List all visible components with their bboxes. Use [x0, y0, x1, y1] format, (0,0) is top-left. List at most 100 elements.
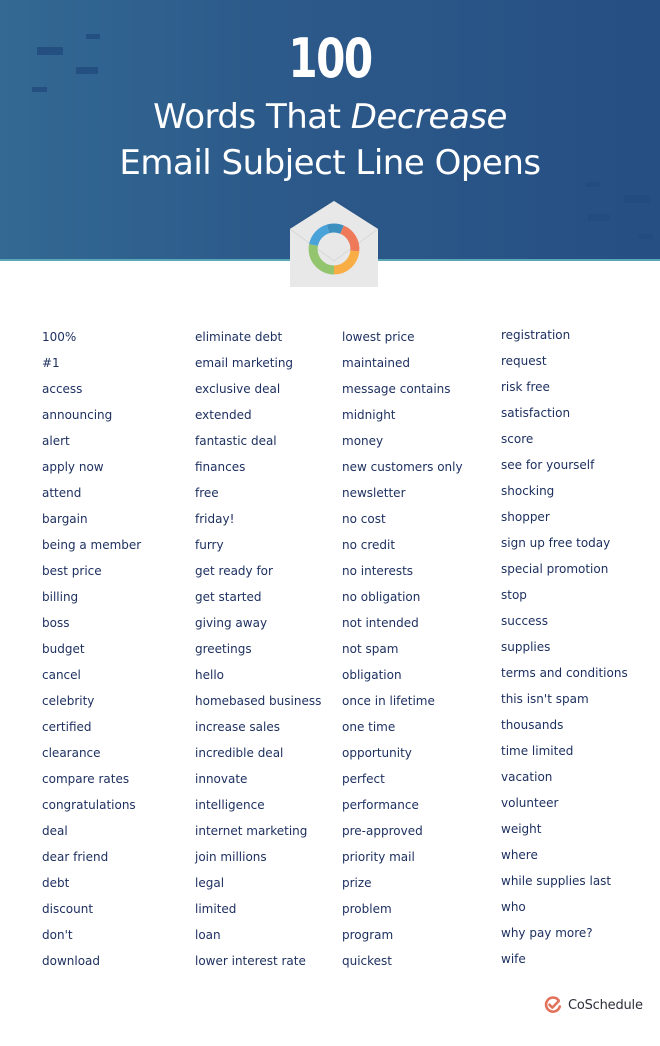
word-item: performance [342, 798, 419, 812]
word-item: satisfaction [501, 406, 571, 420]
word-item: attend [42, 486, 82, 500]
word-item: clearance [42, 746, 101, 760]
word-item: innovate [195, 772, 248, 786]
word-item: pre-approved [342, 824, 423, 838]
word-item: deal [42, 824, 68, 838]
word-item: dear friend [42, 850, 109, 864]
word-item: finances [195, 460, 246, 474]
word-item: maintained [342, 356, 410, 370]
envelope-icon [289, 201, 379, 287]
word-item: budget [42, 642, 85, 656]
word-item: obligation [342, 668, 402, 682]
word-item: 100% [42, 330, 77, 344]
word-item: don't [42, 928, 73, 942]
word-item: not spam [342, 642, 399, 656]
word-item: volunteer [501, 796, 559, 810]
word-item: see for yourself [501, 458, 595, 472]
title-line-2: Email Subject Line Opens [119, 143, 541, 183]
word-item: being a member [42, 538, 142, 552]
word-item: internet marketing [195, 824, 308, 838]
word-item: extended [195, 408, 252, 422]
word-item: while supplies last [501, 874, 612, 888]
decorative-dash [37, 47, 63, 55]
word-item: registration [501, 328, 571, 342]
word-item: legal [195, 876, 225, 890]
word-item: program [342, 928, 394, 942]
title-prefix: Words That [153, 97, 351, 137]
word-item: boss [42, 616, 70, 630]
word-item: new customers only [342, 460, 463, 474]
word-item: get ready for [195, 564, 273, 578]
decorative-dash [624, 195, 650, 203]
word-item: priority mail [342, 850, 415, 864]
word-item: increase sales [195, 720, 280, 734]
word-item: risk free [501, 380, 550, 394]
brand-name: CoSchedule [568, 997, 643, 1013]
word-item: bargain [42, 512, 88, 526]
word-item: newsletter [342, 486, 406, 500]
word-item: quickest [342, 954, 393, 968]
word-item: join millions [195, 850, 267, 864]
word-item: terms and conditions [501, 666, 628, 680]
word-item: email marketing [195, 356, 294, 370]
word-item: apply now [42, 460, 104, 474]
word-item: get started [195, 590, 262, 604]
word-item: stop [501, 588, 527, 602]
word-item: access [42, 382, 83, 396]
word-item: homebased business [195, 694, 322, 708]
word-item: fantastic deal [195, 434, 277, 448]
word-item: #1 [42, 356, 60, 370]
decorative-dash [588, 214, 610, 221]
word-item: incredible deal [195, 746, 284, 760]
word-item: announcing [42, 408, 113, 422]
word-item: no cost [342, 512, 386, 526]
word-item: time limited [501, 744, 574, 758]
decorative-dash [638, 234, 653, 239]
word-item: best price [42, 564, 102, 578]
word-item: cancel [42, 668, 81, 682]
word-item: supplies [501, 640, 551, 654]
word-item: lowest price [342, 330, 415, 344]
coschedule-check-icon [544, 996, 562, 1013]
decorative-dash [32, 87, 47, 92]
word-item: perfect [342, 772, 385, 786]
word-item: midnight [342, 408, 396, 422]
word-item: prize [342, 876, 372, 890]
word-item: why pay more? [501, 926, 593, 940]
word-item: hello [195, 668, 224, 682]
word-item: celebrity [42, 694, 95, 708]
word-item: shopper [501, 510, 550, 524]
word-item: score [501, 432, 534, 446]
word-item: furry [195, 538, 224, 552]
word-item: not intended [342, 616, 419, 630]
word-item: compare rates [42, 772, 130, 786]
word-item: problem [342, 902, 392, 916]
word-item: once in lifetime [342, 694, 435, 708]
word-item: intelligence [195, 798, 265, 812]
word-item: special promotion [501, 562, 609, 576]
word-item: message contains [342, 382, 451, 396]
word-item: greetings [195, 642, 252, 656]
coschedule-logo: CoSchedule [544, 994, 643, 1016]
word-item: eliminate debt [195, 330, 283, 344]
word-item: sign up free today [501, 536, 611, 550]
word-item: billing [42, 590, 79, 604]
word-item: opportunity [342, 746, 412, 760]
word-item: vacation [501, 770, 553, 784]
title-number: 100 [288, 27, 373, 90]
word-item: where [501, 848, 538, 862]
word-item: no obligation [342, 590, 421, 604]
word-item: loan [195, 928, 221, 942]
word-item: certified [42, 720, 92, 734]
ring-segment-teal [326, 223, 344, 234]
word-item: request [501, 354, 547, 368]
word-item: success [501, 614, 548, 628]
word-item: friday! [195, 512, 235, 526]
word-item: giving away [195, 616, 268, 630]
word-item: one time [342, 720, 396, 734]
word-item: shocking [501, 484, 555, 498]
word-item: alert [42, 434, 70, 448]
word-item: who [501, 900, 526, 914]
word-item: download [42, 954, 101, 968]
word-item: no interests [342, 564, 414, 578]
